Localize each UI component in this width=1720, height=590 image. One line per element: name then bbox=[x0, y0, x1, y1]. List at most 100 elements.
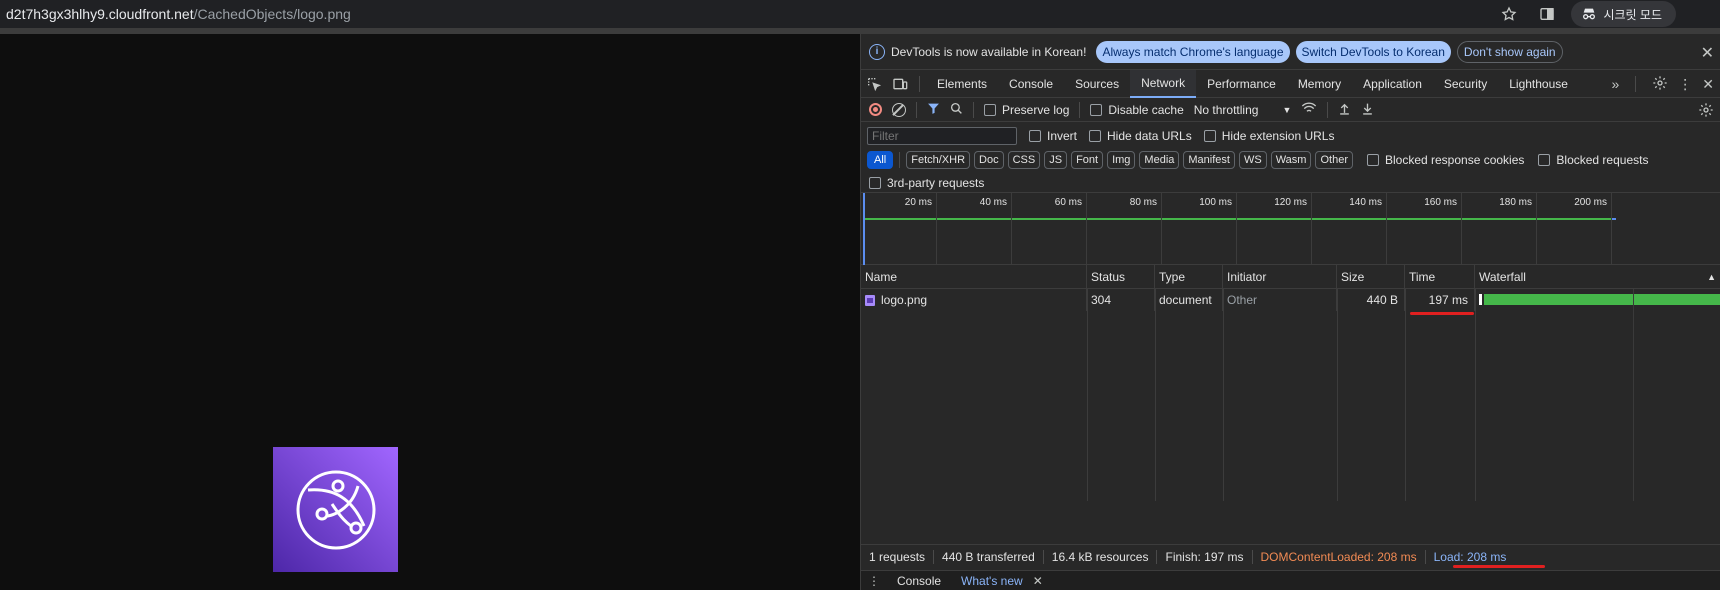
blocked-cookies-checkbox[interactable]: Blocked response cookies bbox=[1366, 153, 1524, 167]
type-filter-other[interactable]: Other bbox=[1315, 151, 1353, 169]
column-header-name[interactable]: Name bbox=[861, 265, 1087, 289]
overview-tick-label: 140 ms bbox=[1349, 197, 1382, 208]
star-icon[interactable] bbox=[1495, 0, 1523, 28]
checkbox-box[interactable] bbox=[1203, 130, 1216, 142]
tab-separator bbox=[919, 75, 920, 92]
filter-funnel-icon[interactable] bbox=[927, 102, 940, 118]
table-header: Name Status Type Initiator Size Time Wat… bbox=[861, 265, 1720, 289]
settings-gear-icon[interactable] bbox=[1652, 75, 1668, 94]
cell-type: document bbox=[1155, 289, 1223, 311]
tab-lighthouse[interactable]: Lighthouse bbox=[1498, 70, 1579, 98]
column-header-waterfall[interactable]: Waterfall ▲ bbox=[1475, 265, 1720, 289]
devtools-panel: i DevTools is now available in Korean! A… bbox=[860, 34, 1720, 590]
drawer-tab-console[interactable]: Console bbox=[887, 574, 951, 588]
overview-gridline bbox=[1011, 193, 1012, 265]
hide-extension-urls-checkbox[interactable]: Hide extension URLs bbox=[1203, 129, 1334, 143]
image-file-icon bbox=[865, 294, 875, 306]
inspect-element-icon[interactable] bbox=[861, 70, 887, 98]
overview-tick-label: 40 ms bbox=[979, 197, 1007, 208]
cell-name[interactable]: logo.png bbox=[861, 289, 1087, 311]
more-tabs-icon[interactable]: » bbox=[1611, 76, 1619, 92]
dont-show-again-button[interactable]: Don't show again bbox=[1456, 40, 1563, 63]
throttling-value: No throttling bbox=[1193, 102, 1259, 117]
switch-to-korean-button[interactable]: Switch DevTools to Korean bbox=[1295, 40, 1451, 63]
device-toolbar-icon[interactable] bbox=[887, 70, 913, 98]
type-filter-media[interactable]: Media bbox=[1139, 151, 1180, 169]
column-header-size[interactable]: Size bbox=[1337, 265, 1405, 289]
close-icon[interactable]: ✕ bbox=[1701, 43, 1714, 63]
preserve-log-checkbox[interactable]: Preserve log bbox=[984, 103, 1069, 117]
type-filter-font[interactable]: Font bbox=[1071, 151, 1104, 169]
column-header-time[interactable]: Time bbox=[1405, 265, 1475, 289]
type-separator bbox=[899, 152, 901, 168]
tab-performance[interactable]: Performance bbox=[1196, 70, 1287, 98]
filter-input[interactable] bbox=[867, 127, 1017, 145]
type-filter-ws[interactable]: WS bbox=[1238, 151, 1267, 169]
address-bar[interactable]: d2t7h3gx3hlhy9.cloudfront.net/CachedObje… bbox=[0, 0, 1720, 28]
checkbox-box[interactable] bbox=[869, 177, 881, 189]
incognito-indicator[interactable]: 시크릿 모드 bbox=[1571, 1, 1676, 27]
type-filter-wasm[interactable]: Wasm bbox=[1270, 151, 1312, 169]
type-filter-manifest[interactable]: Manifest bbox=[1183, 151, 1235, 169]
type-filter-doc[interactable]: Doc bbox=[974, 151, 1004, 169]
tab-network[interactable]: Network bbox=[1130, 69, 1197, 98]
tab-elements[interactable]: Elements bbox=[926, 70, 998, 98]
search-icon[interactable] bbox=[950, 102, 963, 118]
checkbox-box[interactable] bbox=[1366, 154, 1379, 166]
checkbox-box[interactable] bbox=[1538, 154, 1551, 166]
network-conditions-icon[interactable] bbox=[1301, 101, 1317, 118]
overview-tick-label: 20 ms bbox=[904, 197, 932, 208]
column-header-status[interactable]: Status bbox=[1087, 265, 1155, 289]
drawer-menu-icon[interactable]: ⋮ bbox=[861, 574, 887, 588]
record-icon[interactable] bbox=[869, 103, 882, 116]
network-settings-icon[interactable] bbox=[1698, 102, 1714, 121]
type-filter-img[interactable]: Img bbox=[1107, 151, 1136, 169]
checkbox-box[interactable] bbox=[1089, 130, 1102, 142]
always-match-language-button[interactable]: Always match Chrome's language bbox=[1096, 40, 1290, 63]
checkbox-box[interactable] bbox=[1090, 103, 1103, 116]
disable-cache-checkbox[interactable]: Disable cache bbox=[1090, 103, 1184, 117]
import-har-icon[interactable] bbox=[1338, 102, 1351, 118]
url-host: d2t7h3gx3hlhy9.cloudfront.net bbox=[6, 6, 194, 22]
export-har-icon[interactable] bbox=[1361, 102, 1374, 118]
close-devtools-icon[interactable]: ✕ bbox=[1702, 76, 1714, 93]
side-panel-icon[interactable] bbox=[1533, 0, 1561, 28]
blocked-requests-checkbox[interactable]: Blocked requests bbox=[1538, 153, 1648, 167]
cell-waterfall bbox=[1475, 289, 1720, 311]
checkbox-box[interactable] bbox=[1029, 130, 1041, 142]
tab-memory[interactable]: Memory bbox=[1287, 70, 1352, 98]
tab-sources[interactable]: Sources bbox=[1064, 70, 1130, 98]
dropdown-arrow-icon: ▼ bbox=[1282, 104, 1292, 115]
column-header-initiator[interactable]: Initiator bbox=[1223, 265, 1337, 289]
incognito-icon bbox=[1583, 8, 1596, 20]
waterfall-download-bar bbox=[1484, 294, 1720, 305]
drawer-close-icon[interactable]: ✕ bbox=[1033, 574, 1043, 588]
column-divider bbox=[1155, 289, 1156, 501]
devtools-tab-bar: Elements Console Sources Network Perform… bbox=[861, 69, 1720, 98]
third-party-label: 3rd-party requests bbox=[887, 176, 985, 190]
overview-gridline bbox=[1086, 193, 1087, 265]
tab-security[interactable]: Security bbox=[1433, 70, 1498, 98]
clear-icon[interactable] bbox=[892, 102, 906, 117]
hide-data-urls-checkbox[interactable]: Hide data URLs bbox=[1089, 129, 1192, 143]
url-text[interactable]: d2t7h3gx3hlhy9.cloudfront.net/CachedObje… bbox=[0, 6, 1495, 22]
type-filter-all[interactable]: All bbox=[867, 151, 894, 169]
drawer-tab-whats-new[interactable]: What's new bbox=[951, 574, 1033, 588]
checkbox-box[interactable] bbox=[984, 103, 996, 116]
network-overview-timeline[interactable]: 20 ms 40 ms 60 ms 80 ms 100 ms 120 ms 140 ms 16… bbox=[861, 193, 1720, 265]
overview-gridline bbox=[1611, 193, 1612, 265]
table-row[interactable]: logo.png 304 document Other 440 B 197 ms bbox=[861, 289, 1720, 311]
invert-checkbox[interactable]: Invert bbox=[1029, 129, 1077, 143]
more-options-icon[interactable]: ⋮ bbox=[1678, 76, 1692, 93]
tab-console[interactable]: Console bbox=[998, 70, 1064, 98]
type-filter-js[interactable]: JS bbox=[1044, 151, 1068, 169]
type-filter-fetch-xhr[interactable]: Fetch/XHR bbox=[906, 151, 971, 169]
column-header-type[interactable]: Type bbox=[1155, 265, 1223, 289]
tab-application[interactable]: Application bbox=[1352, 70, 1433, 98]
cell-time: 197 ms bbox=[1405, 289, 1475, 311]
third-party-checkbox[interactable]: 3rd-party requests bbox=[869, 176, 984, 190]
overview-gridline bbox=[1161, 193, 1162, 265]
overview-request-bar bbox=[865, 218, 1615, 220]
type-filter-css[interactable]: CSS bbox=[1007, 151, 1041, 169]
throttling-select[interactable]: No throttling ▼ bbox=[1194, 103, 1292, 117]
